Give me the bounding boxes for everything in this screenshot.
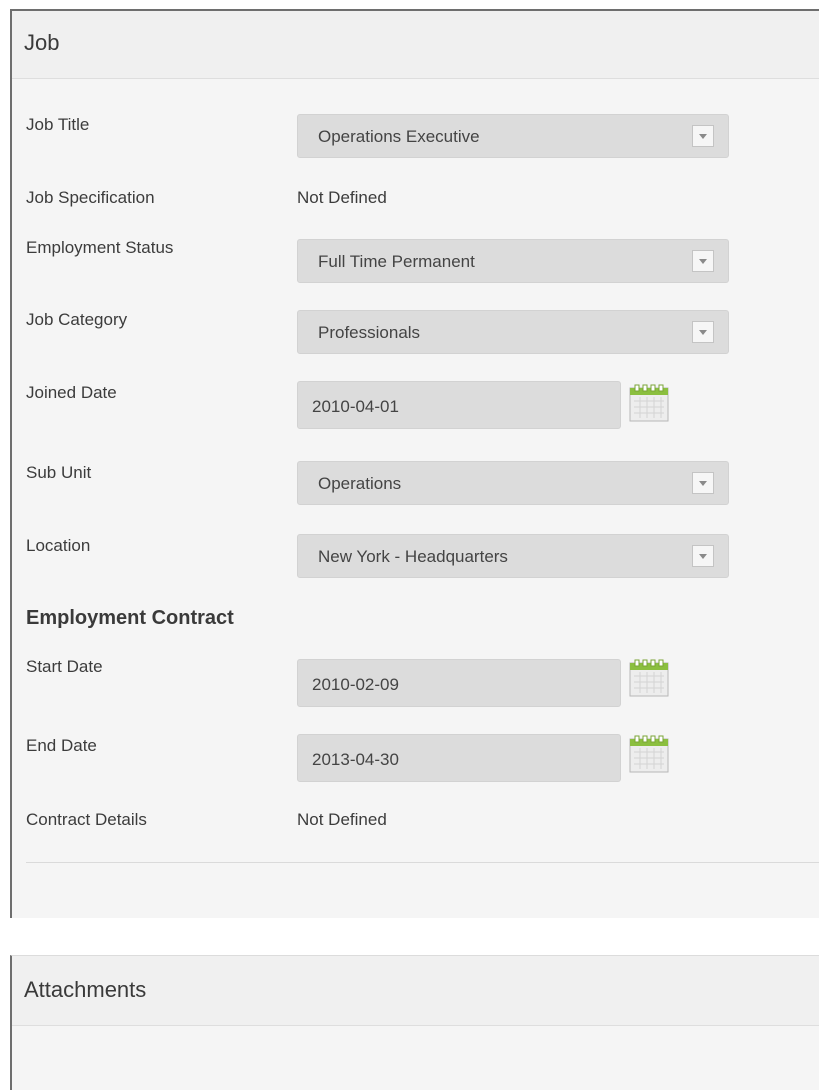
location-select[interactable]: New York - Headquarters (297, 534, 729, 578)
attachments-panel: Attachments (10, 955, 819, 1090)
employment-status-label: Employment Status (26, 238, 174, 257)
job-specification-value: Not Defined (297, 188, 387, 207)
joined-date-value: 2010-04-01 (312, 397, 399, 416)
sub-unit-value: Operations (318, 474, 402, 493)
end-date-input[interactable]: 2013-04-30 (297, 734, 621, 782)
start-date-input[interactable]: 2010-02-09 (297, 659, 621, 707)
start-date-label: Start Date (26, 657, 103, 676)
job-panel: Job Job Title Operations Executive Job S… (10, 9, 819, 918)
location-value: New York - Headquarters (318, 547, 508, 566)
chevron-down-icon (692, 321, 714, 343)
joined-date-label: Joined Date (26, 383, 117, 402)
chevron-down-icon (692, 250, 714, 272)
employment-contract-heading: Employment Contract (26, 607, 234, 629)
chevron-down-icon (692, 125, 714, 147)
chevron-down-icon (692, 472, 714, 494)
joined-date-input[interactable]: 2010-04-01 (297, 381, 621, 429)
location-label: Location (26, 536, 91, 555)
job-category-value: Professionals (318, 323, 421, 342)
job-title-value: Operations Executive (318, 127, 480, 146)
sub-unit-select[interactable]: Operations (297, 461, 729, 505)
sub-unit-label: Sub Unit (26, 463, 92, 482)
job-title-label: Job Title (26, 115, 90, 134)
job-title-select[interactable]: Operations Executive (297, 114, 729, 158)
end-date-value: 2013-04-30 (312, 750, 399, 769)
job-category-label: Job Category (26, 310, 128, 329)
chevron-down-icon (692, 545, 714, 567)
job-panel-title: Job (12, 11, 819, 79)
contract-details-label: Contract Details (26, 810, 147, 829)
form-divider (26, 862, 819, 863)
contract-details-value: Not Defined (297, 810, 387, 829)
job-specification-label: Job Specification (26, 188, 155, 207)
start-date-value: 2010-02-09 (312, 675, 399, 694)
calendar-icon[interactable] (629, 735, 669, 773)
employment-status-value: Full Time Permanent (318, 252, 475, 271)
calendar-icon[interactable] (629, 659, 669, 697)
attachments-panel-title: Attachments (12, 956, 819, 1026)
job-category-select[interactable]: Professionals (297, 310, 729, 354)
end-date-label: End Date (26, 736, 97, 755)
form-footer (12, 873, 819, 918)
calendar-icon[interactable] (629, 384, 669, 422)
employment-status-select[interactable]: Full Time Permanent (297, 239, 729, 283)
